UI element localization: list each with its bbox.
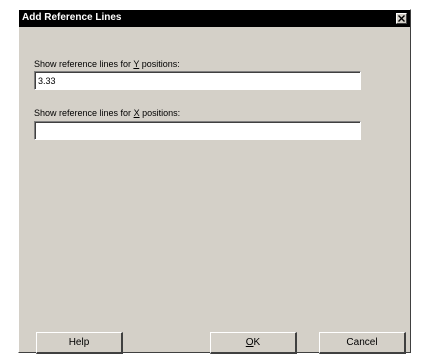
x-label-suffix: positions: (139, 108, 181, 118)
close-button[interactable] (396, 13, 407, 24)
y-label-prefix: Show reference lines for (34, 59, 134, 69)
add-reference-lines-dialog: Add Reference Lines Show reference lines… (18, 9, 411, 354)
y-positions-input[interactable] (34, 71, 361, 90)
title-bar[interactable]: Add Reference Lines (19, 10, 410, 27)
y-positions-label: Show reference lines for Y positions: (34, 59, 180, 69)
ok-label-rest: K (253, 337, 261, 348)
ok-button[interactable]: OK (210, 332, 297, 354)
close-icon (398, 15, 405, 22)
y-label-suffix: positions: (139, 59, 180, 69)
x-label-prefix: Show reference lines for (34, 108, 134, 118)
x-positions-input[interactable] (34, 121, 361, 140)
cancel-button[interactable]: Cancel (319, 332, 406, 354)
ok-mnemonic: O (245, 337, 254, 348)
dialog-title: Add Reference Lines (22, 12, 122, 23)
x-positions-label: Show reference lines for X positions: (34, 108, 180, 118)
help-button[interactable]: Help (36, 332, 123, 354)
